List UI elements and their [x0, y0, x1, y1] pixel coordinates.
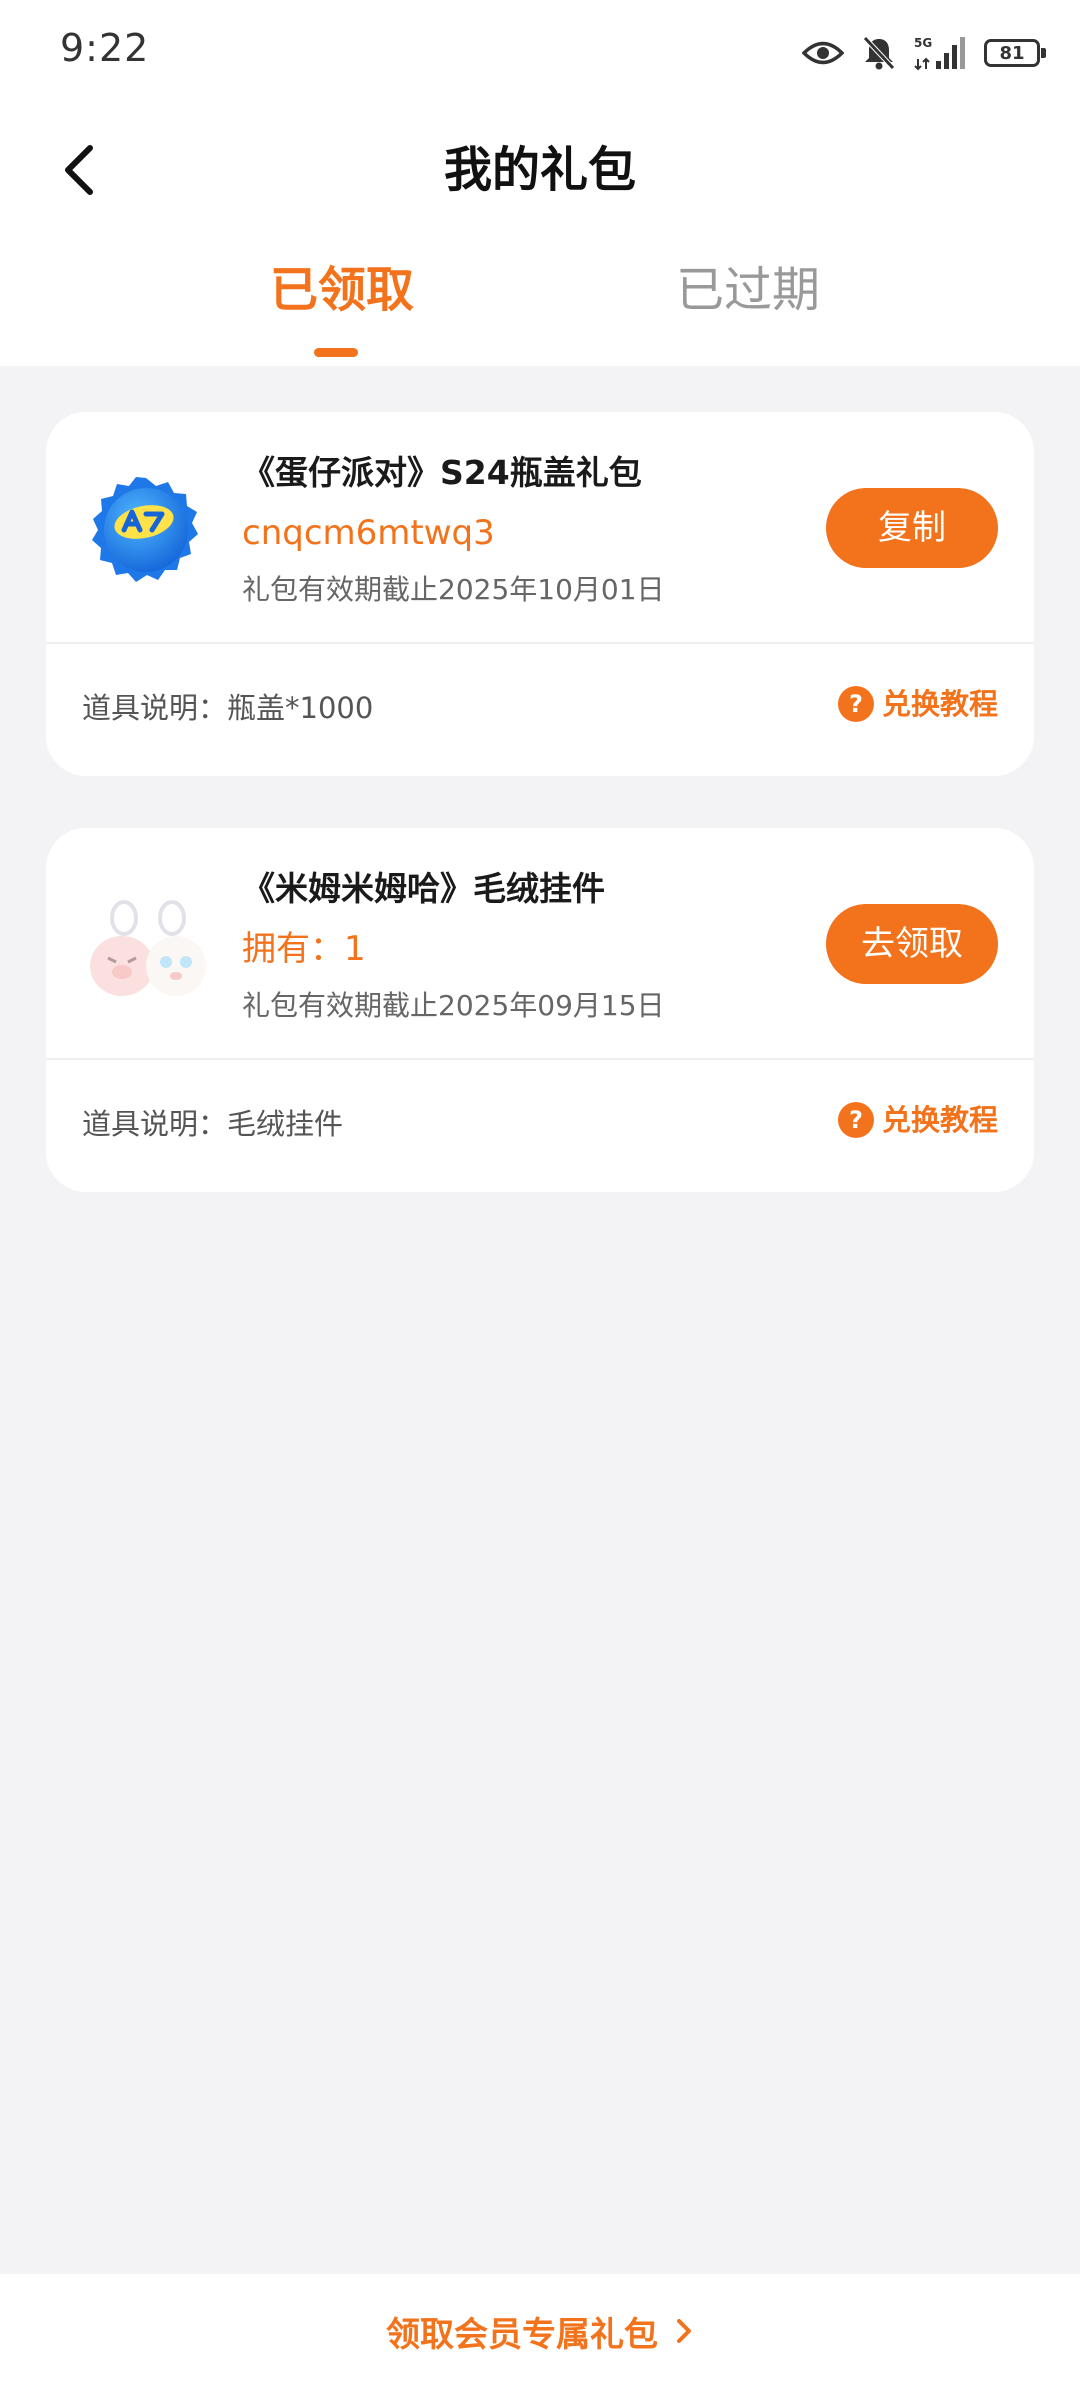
status-time: 9:22	[60, 26, 150, 70]
gift-card-header: 《米姆米姆哈》毛绒挂件 拥有：1 礼包有效期截止2025年09月15日 去领取	[46, 828, 1034, 1058]
question-icon: ?	[837, 1102, 874, 1138]
gift-expiry: 礼包有效期截止2025年10月01日	[242, 573, 665, 606]
gift-expiry: 礼包有效期截止2025年09月15日	[242, 989, 665, 1022]
gift-name: 《蛋仔派对》S24瓶盖礼包	[242, 453, 642, 492]
gift-code: cnqcm6mtwq3	[242, 513, 495, 553]
bottom-bar: 领取会员专属礼包	[0, 2274, 1080, 2388]
gift-card-footer: 道具说明：瓶盖*1000 ? 兑换教程	[46, 644, 1034, 776]
gift-card-header: 《蛋仔派对》S24瓶盖礼包 cnqcm6mtwq3 礼包有效期截止2025年10…	[46, 412, 1034, 642]
bell-off-icon	[862, 35, 896, 71]
battery-level: 81	[984, 39, 1046, 67]
gift-card: 《米姆米姆哈》毛绒挂件 拥有：1 礼包有效期截止2025年09月15日 去领取 …	[46, 828, 1034, 1192]
network-type-label: 5G	[914, 36, 933, 50]
battery-icon: 81	[984, 39, 1046, 67]
redeem-tutorial-link[interactable]: ? 兑换教程	[837, 1100, 998, 1140]
tab-claimed[interactable]: 已领取	[270, 260, 414, 320]
gift-card: 《蛋仔派对》S24瓶盖礼包 cnqcm6mtwq3 礼包有效期截止2025年10…	[46, 412, 1034, 776]
claim-button[interactable]: 去领取	[826, 904, 998, 984]
redeem-tutorial-label: 兑换教程	[881, 687, 998, 721]
owned-count: 拥有：1	[242, 929, 366, 969]
nav-bar: 我的礼包	[0, 100, 1080, 240]
tab-expired[interactable]: 已过期	[676, 260, 820, 320]
question-icon: ?	[837, 686, 874, 722]
item-description: 道具说明：毛绒挂件	[82, 1107, 344, 1141]
copy-button[interactable]: 复制	[826, 488, 998, 568]
tab-bar: 已领取 已过期	[0, 250, 1080, 366]
chevron-right-icon	[677, 2319, 691, 2343]
active-tab-indicator	[314, 348, 358, 357]
plush-keychain-icon	[86, 888, 206, 1008]
member-gift-link[interactable]: 领取会员专属礼包	[386, 2307, 694, 2356]
item-description: 道具说明：瓶盖*1000	[82, 691, 374, 725]
signal-icon: 5G	[914, 33, 966, 73]
status-icons: 5G 81	[802, 30, 1046, 76]
page-title: 我的礼包	[443, 142, 636, 198]
redeem-tutorial-label: 兑换教程	[881, 1103, 998, 1137]
redeem-tutorial-link[interactable]: ? 兑换教程	[837, 684, 998, 724]
member-gift-label: 领取会员专属礼包	[386, 2314, 658, 2355]
eye-icon	[802, 38, 844, 68]
status-bar: 9:22 5G 81	[0, 0, 1080, 100]
gift-name: 《米姆米姆哈》毛绒挂件	[242, 869, 605, 908]
gift-card-footer: 道具说明：毛绒挂件 ? 兑换教程	[46, 1060, 1034, 1192]
bottle-cap-icon	[86, 472, 206, 592]
top-section: 9:22 5G 81 我的礼包 已领取 已过期	[0, 0, 1080, 366]
